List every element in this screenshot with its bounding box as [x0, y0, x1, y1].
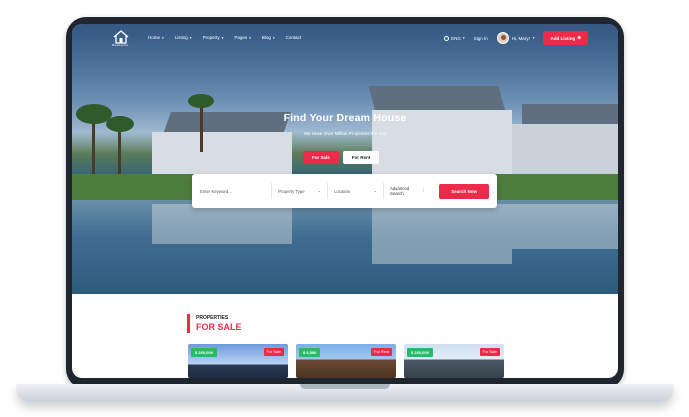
menu-item-pages[interactable]: Pages ▾ — [234, 35, 251, 40]
chevron-down-icon: ▾ — [532, 36, 535, 40]
hero-section: RealHome Home ▾ Listing ▾ Property ▾ Pag… — [72, 24, 618, 294]
website-screen: RealHome Home ▾ Listing ▾ Property ▾ Pag… — [72, 24, 618, 378]
house-roof-center — [368, 86, 506, 112]
menu-label: Blog — [261, 35, 271, 40]
globe-icon — [444, 35, 450, 41]
sign-in-link[interactable]: Sign In — [474, 36, 488, 41]
menu-item-listing[interactable]: Listing ▾ — [175, 35, 192, 40]
house-left — [152, 132, 292, 177]
chevron-down-icon: ▾ — [162, 35, 164, 40]
plus-icon: ⊕ — [577, 35, 581, 40]
menu-label: Home — [148, 35, 161, 40]
status-badge: For Sale — [263, 348, 284, 356]
property-card[interactable]: $ 230,000 For Sale — [404, 344, 504, 378]
chevron-down-icon: ⌄ — [317, 188, 321, 193]
section-title: FOR SALE — [196, 322, 242, 332]
palm-trunk-3 — [200, 102, 203, 152]
menu-label: Contact — [285, 35, 302, 40]
menu-item-contact[interactable]: Contact — [286, 35, 302, 40]
add-listing-label: Add Listing — [550, 35, 576, 41]
keyword-placeholder: Enter Keyword... — [200, 188, 232, 194]
chevron-down-icon: ▾ — [249, 35, 251, 40]
property-card[interactable]: $ 6,500 For Rent — [296, 344, 396, 378]
hero-title: Find Your Dream House — [283, 112, 407, 124]
menu-label: Listing — [174, 35, 188, 40]
price-tag: $ 6,500 — [299, 348, 321, 357]
top-navbar: RealHome Home ▾ Listing ▾ Property ▾ Pag… — [72, 24, 618, 52]
sliders-icon: ⫶ — [422, 188, 424, 194]
chevron-down-icon: ▾ — [272, 35, 275, 40]
property-card[interactable]: $ 230,000 For Sale — [188, 344, 288, 378]
chevron-down-icon: ▾ — [221, 35, 224, 40]
laptop-mockup: RealHome Home ▾ Listing ▾ Property ▾ Pag… — [0, 0, 689, 417]
user-greeting: Hi, Mary! — [511, 35, 530, 41]
listing-type-tabs: For Sale For Rent — [303, 151, 380, 164]
menu-label: Pages — [234, 35, 248, 40]
location-select[interactable]: Location ⌄ — [334, 183, 384, 199]
right-nav: ENG ▾ Sign In Hi, Mary! ▾ Add Listing ⊕ — [444, 31, 588, 45]
search-bar: Enter Keyword... Property Type ⌄ Locatio… — [192, 174, 497, 208]
chevron-down-icon: ▾ — [189, 35, 192, 40]
price-tag: $ 230,000 — [407, 348, 433, 357]
logo-text: RealHome — [112, 43, 129, 47]
menu-item-blog[interactable]: Blog ▾ — [262, 35, 275, 40]
advanced-search-toggle[interactable]: Advanced Search ⫶ — [390, 183, 430, 199]
keyword-input[interactable]: Enter Keyword... — [200, 183, 272, 199]
location-label: Location — [334, 188, 351, 194]
main-menu: Home ▾ Listing ▾ Property ▾ Pages ▾ Blog… — [148, 35, 301, 40]
price-tag: $ 230,000 — [191, 348, 217, 357]
hero-subtitle: We Have Over Million Properties For You — [304, 131, 386, 136]
search-now-button[interactable]: Search Now — [439, 183, 489, 199]
add-listing-button[interactable]: Add Listing ⊕ — [543, 31, 588, 45]
status-badge: For Sale — [479, 348, 500, 356]
menu-label: Property — [202, 35, 220, 40]
avatar — [496, 32, 509, 44]
reflection-center — [372, 204, 512, 264]
user-menu[interactable]: Hi, Mary! ▾ — [496, 32, 535, 44]
chevron-down-icon: ⌄ — [373, 188, 377, 193]
property-type-label: Property Type — [278, 188, 305, 194]
chevron-down-icon: ▾ — [462, 36, 465, 40]
reflection-left — [152, 204, 292, 244]
menu-item-home[interactable]: Home ▾ — [148, 35, 164, 40]
laptop-notch — [300, 384, 390, 389]
menu-item-property[interactable]: Property ▾ — [203, 35, 224, 40]
status-badge: For Rent — [371, 348, 392, 356]
section-eyebrow: PROPERTIES — [196, 315, 229, 321]
tab-for-rent[interactable]: For Rent — [342, 151, 380, 164]
tab-for-sale[interactable]: For Sale — [303, 151, 339, 164]
reflection-right — [512, 204, 618, 249]
language-label: ENG — [451, 35, 461, 41]
palm-top-3 — [188, 94, 214, 108]
section-accent-bar — [187, 314, 190, 333]
advanced-search-label: Advanced Search — [390, 186, 410, 196]
property-type-select[interactable]: Property Type ⌄ — [278, 183, 328, 199]
language-selector[interactable]: ENG ▾ — [444, 35, 465, 41]
